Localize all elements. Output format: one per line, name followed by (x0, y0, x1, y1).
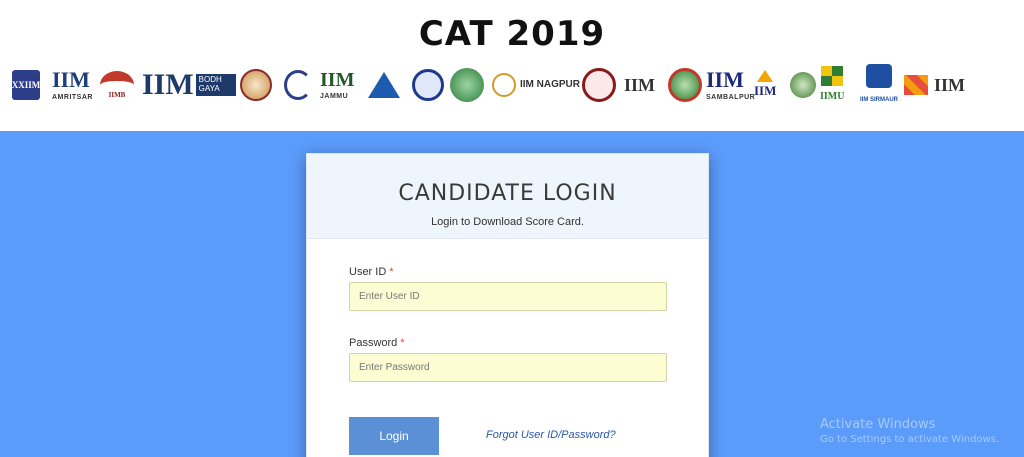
iim-calcutta-logo (240, 62, 272, 108)
iim-indore-logo (284, 62, 312, 108)
iim-sambalpur-logo: IIM SAMBALPUR (706, 67, 756, 102)
iim-udaipur-logo: IIMU (820, 62, 844, 108)
activate-windows-watermark: Activate Windows Go to Settings to activ… (820, 417, 1000, 445)
iim-trichy-logo: IIM (754, 62, 776, 108)
page-title: CAT 2019 (418, 14, 606, 54)
iim-amritsar-logo: IIM AMRITSAR (52, 67, 93, 102)
logo-strip: XXIIM IIM AMRITSAR IIMB IIM BODH GAYA IIM… (8, 62, 1016, 108)
user-id-input[interactable] (349, 282, 667, 311)
iim-jammu-logo: IIM JAMMU (320, 69, 355, 100)
password-label: Password * (349, 337, 405, 349)
iim-shillong-logo (790, 62, 816, 108)
login-subtitle: Login to Download Score Card. (431, 216, 584, 228)
password-input[interactable] (349, 353, 667, 382)
login-card-header: CANDIDATE LOGIN Login to Download Score … (307, 154, 708, 239)
iim-kozhikode-logo (412, 62, 444, 108)
user-id-label: User ID * (349, 266, 394, 278)
iim-bodhgaya-logo: IIM BODH GAYA (142, 62, 236, 108)
iim-rohtak-logo (668, 62, 702, 108)
login-button[interactable]: Login (349, 417, 439, 455)
iim-lucknow-logo (450, 62, 484, 108)
iim-raipur-logo (582, 62, 616, 108)
iim-ranchi-logo: IIM (624, 75, 655, 95)
iim-visakhapatnam-logo: IIM (904, 62, 965, 108)
iim-kashipur-logo (368, 62, 400, 108)
login-card: CANDIDATE LOGIN Login to Download Score … (306, 153, 709, 457)
header: CAT 2019 XXIIM IIM AMRITSAR IIMB IIM BODH… (0, 0, 1024, 131)
iim-nagpur-logo: IIM NAGPUR (492, 62, 580, 108)
iim-bangalore-logo: IIMB (100, 62, 134, 108)
required-mark: * (389, 266, 394, 278)
login-title: CANDIDATE LOGIN (398, 181, 617, 206)
required-mark: * (400, 337, 405, 349)
iim-sirmaur-logo: IIM SIRMAUR (860, 62, 898, 108)
iim-logo-1: XXIIM (12, 62, 40, 108)
forgot-credentials-link[interactable]: Forgot User ID/Password? (486, 429, 616, 441)
